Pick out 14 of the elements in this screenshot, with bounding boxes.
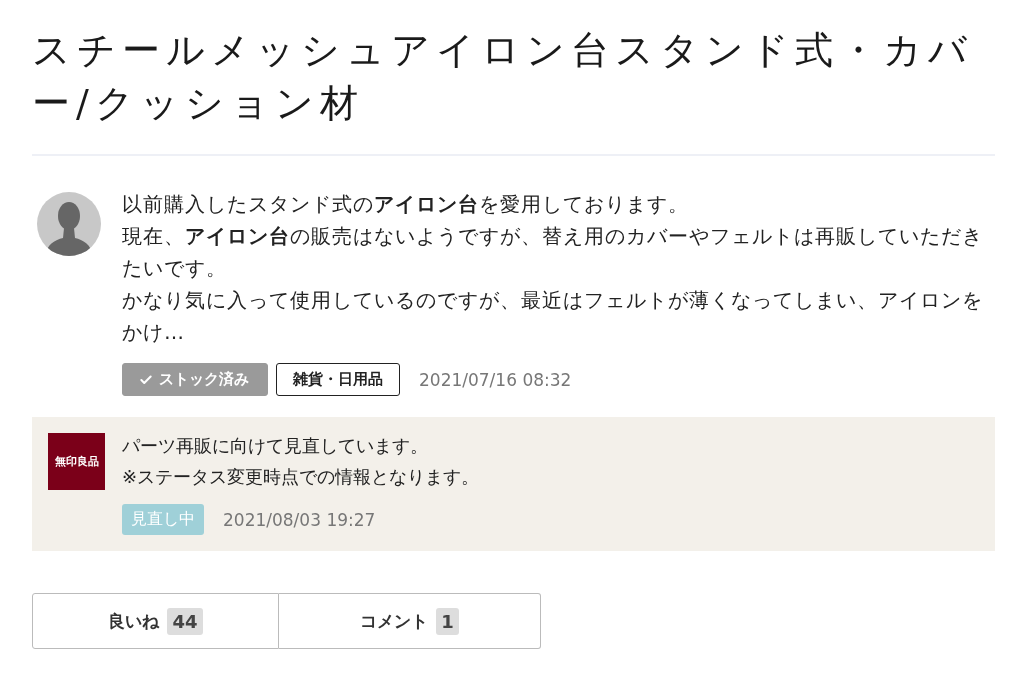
category-tag[interactable]: 雑貨・日用品	[276, 363, 400, 396]
check-icon	[139, 372, 153, 387]
count-label: 44	[167, 607, 203, 635]
avatar-icon	[37, 192, 101, 256]
shop-logo: 無印良品	[48, 433, 105, 490]
status-label: 見直し中	[122, 504, 204, 535]
count-label: 1	[436, 607, 459, 635]
page-title: スチールメッシュアイロン台スタンド式・カバー/クッション材	[32, 27, 974, 127]
post-date: 2021/07/16 08:32	[419, 369, 572, 390]
action-button[interactable]: コメント 1	[279, 593, 541, 649]
action-button[interactable]: 良いね 44	[32, 593, 279, 649]
comment-text: 以前購入したスタンド式のアイロン台を愛用しております。 現在、アイロン台の販売はないようですが、替え用のカバーやフェルトは再販していただきたいです。 かなり気に入って使用しているのですが、最近はフェルトが薄くなってしまい、アイロンをかけ…	[122, 191, 984, 346]
reply-text: パーツ再販に向けて見直しています。 ※ステータス変更時点での情報となります。	[122, 434, 480, 489]
reply-date: 2021/08/03 19:27	[223, 509, 376, 530]
